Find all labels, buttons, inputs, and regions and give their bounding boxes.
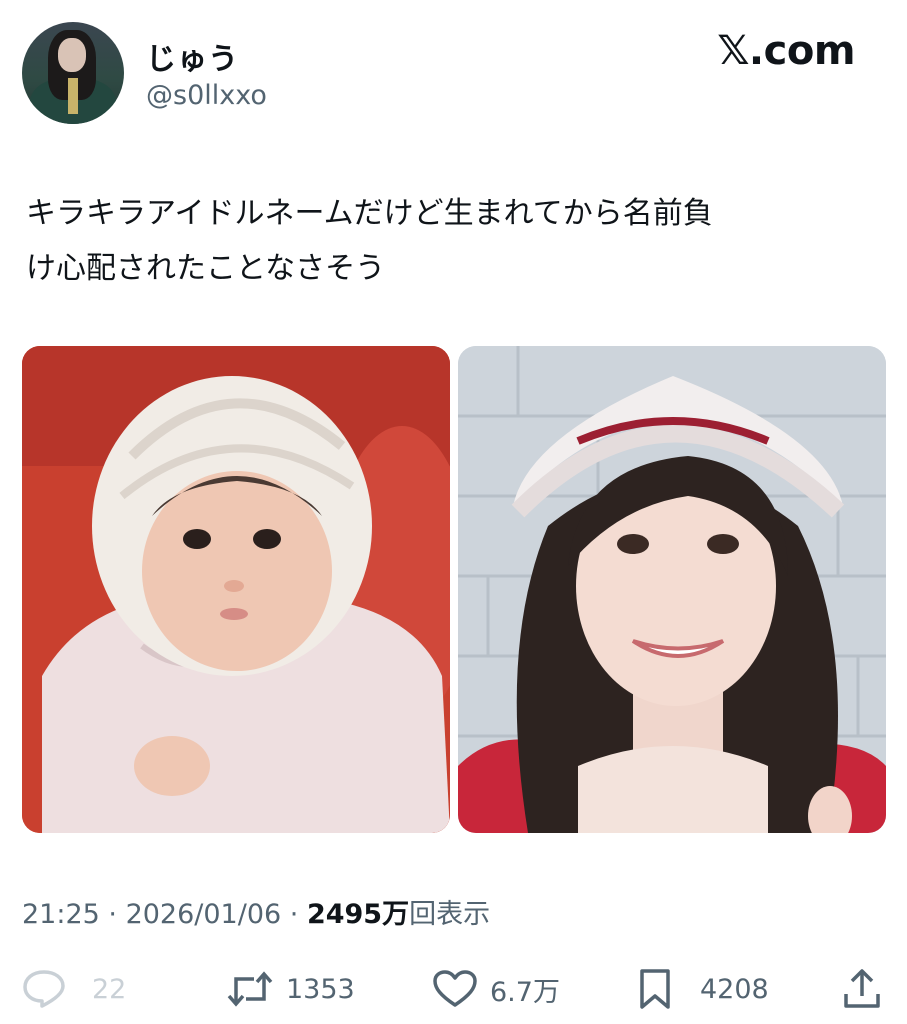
- tweet-text: キラキラアイドルネームだけど生まれてから名前負 け心配されたことなさそう: [26, 186, 886, 296]
- bookmark-icon: [640, 969, 670, 1009]
- reply-button[interactable]: 22: [22, 964, 126, 1014]
- like-count: 6.7万: [490, 976, 560, 1008]
- bookmark-button[interactable]: 4208: [638, 964, 769, 1014]
- tweet-photo-baby[interactable]: [22, 346, 450, 833]
- heart-icon: [433, 970, 477, 1007]
- repost-count: 1353: [286, 973, 355, 1005]
- meta-separator-1: ·: [99, 899, 126, 930]
- tweet-photo-woman[interactable]: [458, 346, 886, 833]
- tweet-meta: 21:25 · 2026/01/06 · 2495万回表示: [22, 892, 490, 931]
- reply-count: 22: [92, 973, 127, 1005]
- display-name[interactable]: じゅう: [146, 34, 239, 78]
- user-handle[interactable]: @s0llxxo: [146, 80, 267, 111]
- tweet-header: じゅう @s0llxxo 𝕏.com: [0, 0, 907, 140]
- avatar-face: [58, 38, 86, 72]
- bookmark-count: 4208: [700, 973, 769, 1005]
- reply-icon: [23, 970, 65, 1008]
- avatar[interactable]: [22, 22, 124, 124]
- tweet-text-line-1: キラキラアイドルネームだけど生まれてから名前負: [26, 196, 713, 231]
- views-label: 回表示: [409, 899, 491, 930]
- repost-button[interactable]: 1353: [226, 964, 355, 1014]
- woman-photo-illustration: [458, 346, 886, 833]
- avatar-tie: [68, 78, 78, 114]
- share-icon: [844, 969, 880, 1008]
- tweet-text-line-2: け心配されたことなさそう: [26, 251, 386, 286]
- baby-photo-illustration: [22, 346, 450, 833]
- share-button[interactable]: [842, 964, 882, 1014]
- meta-separator-2: ·: [281, 899, 307, 930]
- views-count: 2495万: [306, 899, 410, 930]
- repost-icon: [227, 971, 273, 1007]
- site-logo: 𝕏.com: [717, 28, 855, 74]
- like-button[interactable]: 6.7万: [432, 964, 560, 1014]
- tweet-time[interactable]: 21:25: [22, 899, 100, 930]
- action-bar: 22 1353 6.7万 4208: [0, 958, 907, 1018]
- tweet-date[interactable]: 2026/01/06: [126, 899, 282, 930]
